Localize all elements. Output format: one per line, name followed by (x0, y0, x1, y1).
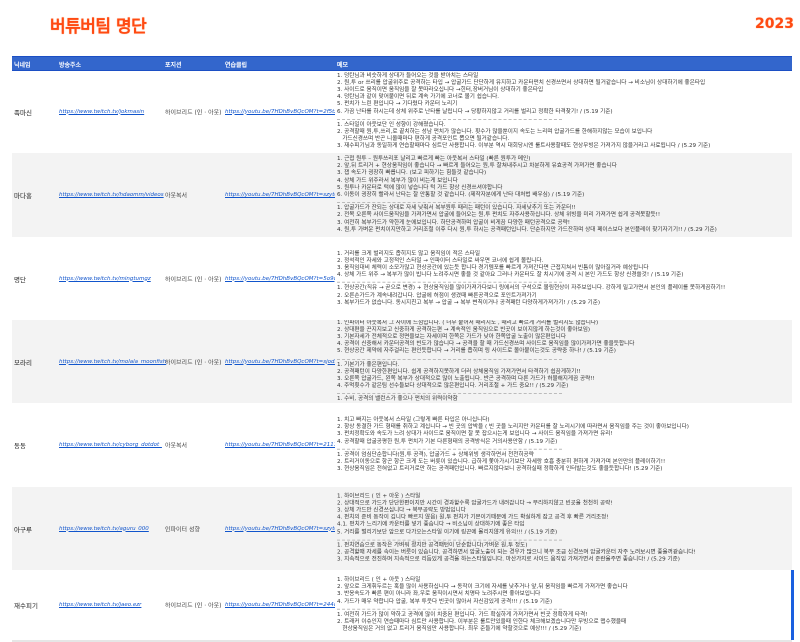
header-nickname: 닉네임 (14, 62, 31, 69)
memo-cell: 1. 거리를 크게 벌리지도 좁히지도 않고 움직임이 적은 스타일 2. 정석적… (337, 250, 792, 306)
memo-cell: 1. 치고 빠지는 아웃복서 스타일 (그렇게 빠른 타입은 아니십니다) 2. … (337, 417, 792, 473)
table-row: 모라리 https://www.twitch.tv/molala_moonfish… (12, 320, 792, 403)
practice-clip-link[interactable]: https://youtu.be/7HDhBvBQcOM?t=244d (225, 602, 335, 608)
memo-line: 3. 펀치정확도와 속도가 느려 상대가 사이드로 움직이면 잘 못 잡으시는게… (337, 431, 613, 438)
memo-divider (337, 608, 562, 610)
position-cell: 인파이터 성향 (165, 526, 201, 533)
nickname-cell: 재수피기 (14, 602, 38, 610)
memo-line: 1. 현상공간(직유 → 곧으로 변경) + 현상움직임을 많이가져가다보니 링… (337, 285, 726, 292)
memo-line: 4. 가드가 매우 약합니다 압굴, 복부 투웃다 빈곳이 많아서 자신감있게 … (337, 598, 553, 605)
memo-line: 4. 공격할때 압굴공평한 원,투 펀치가 기본 다른형태의 공격방식은 거의사… (337, 438, 558, 445)
cell-selection-indicator (791, 570, 794, 640)
memo-divider (337, 358, 562, 360)
position-cell: 아웃복서 (165, 192, 188, 200)
memo-divider (337, 202, 562, 204)
position-cell: 하이브리드 (인 · 아웃) (165, 602, 222, 610)
memo-line: 3. 사이드로 움직이면 움직임을 잘 못따라오십니다 →힌터,장버거님이 상대… (337, 86, 544, 93)
memo-line: 4. 펀치의 준비 동작이 깁니다 빠르지 않음) 원,투 펀치가 기본이기때문… (337, 514, 609, 521)
nickname-cell: 명단 (14, 275, 26, 284)
memo-line: 1. 수비, 공격의 밸런스가 좋으나 펀치의 위력이약함 (337, 396, 458, 403)
memo-line: 3. 현상움직임은 전혀없고 트리거로만 하는 공격패턴입니다. 빠르지않다보니… (337, 466, 663, 473)
memo-cell: 1. 인파이터 아웃복서 그 사이에 느낌입니다. ( 너무 붙어서 때리지도 … (337, 320, 792, 403)
nickname-cell: 모라리 (14, 358, 32, 367)
table-row: 족마신 https://www.twitch.tv/jokmasin 하이브리드 (… (12, 70, 792, 153)
nickname-cell: 동동 (14, 442, 26, 450)
memo-line: 4. 공격이 신중해서 카운터공격의 빈도가 많습니다 → 공격을 할 때 가드… (337, 341, 635, 348)
stream-url-link[interactable]: https://www.twitch.tv/cyborg_dotdot_ (59, 442, 162, 448)
memo-cell: 1. 하이브리드 ( 인 + 아웃 ) 스타일 2. 상대적으로 가드가 단단한편… (337, 493, 792, 564)
nickname-cell: 족마신 (14, 108, 32, 117)
memo-line: 5. 현상공간 제약에 자주걸리는 편인듯합니다 → 거리를 좁히며 링 사이드… (337, 348, 616, 355)
memo-divider (337, 282, 562, 284)
memo-line: 6. 가끔 난타를 하시는데 상체 위주로 난타를 날립니다 → 당황하지않고 … (337, 108, 613, 115)
table-row: 명단 https://www.twitch.tv/mingtumgz 하이브리드 (… (12, 237, 792, 320)
memo-line: 현상움직임은 거의 없고 트리거 움직임만 사용합니다. 최우 준들기에 약할것… (337, 626, 582, 633)
memo-line: 3. 반응속도가 빠른 편이 아니라 좌,우로 움직이시면서 치명타 노려주시면… (337, 591, 541, 598)
memo-line: 4. 상체 가드 위주라서 복부가 많이 비는게 보입니다 (337, 177, 458, 184)
header-position: 포지션 (165, 62, 182, 69)
memo-line: 2. 공격할때 원,투,쓰리,로 끝치하는 성남 펀치가 많습니다. 횟수가 많… (337, 128, 653, 135)
memo-line: 1. 공격이 엄심단순합니다(원,투 공격), 압굴가드 + 상체위빙 생각하면… (337, 451, 534, 458)
memo-cell: 1. 하이브리드 ( 인 + 아웃 ) 스타일 2. 앞으로 크게휘두르는 훅을 … (337, 577, 792, 633)
position-cell: 아웃복서 (165, 442, 188, 450)
memo-line: 2. 전목 오른쪽 사이드움직임을 가져가면서 압굴에 들어오는 원,투 펀치도… (337, 212, 661, 219)
memo-line: 6. 이동이 굉장히 빨라서 난타는 잘 안통할 것 같습니다. (제작자분에게… (337, 192, 585, 198)
memo-line: 5. 펀치가 느린 편입니다 → 기다렸다 카운터 노리기 (337, 101, 458, 108)
page-title: 버튜버팀 명단 (50, 17, 147, 37)
memo-line: 3. 오른쪽 압굴가드, 왼쪽 복부가 상대적으로 많이 노출됩니다. 반곤 공… (337, 375, 595, 382)
memo-line: 4. 덩탄님과 같이 맞어붙이면 뒤로 계속 가기에 코너로 몰기 쉽습니다. (337, 94, 500, 101)
header-stream-url: 방송주소 (59, 62, 82, 69)
table-row: 재수피기 https://www.twitch.tv/jaeo.ezr 하이브리드 … (12, 570, 792, 640)
memo-line: 4. 주먹횟수가 같은팀 선수들보다 상대적으로 많은편입니다. 거리조절 + … (337, 383, 569, 390)
memo-divider (337, 448, 562, 450)
stream-url-link[interactable]: https://www.twitch.tv/aguru_000 (59, 526, 149, 532)
table-header: 닉네임 방송주소 포지션 연습클립 메모 (12, 56, 792, 71)
memo-line: 4. 원,투 가벼운 펀치이지만하고 거리조절 이후 다시 원,투 하시는 공격… (337, 226, 717, 233)
position-cell: 하이브리드 (인 · 아웃) (165, 276, 222, 283)
memo-cell: 1. 덩탄님과 비슷하게 상대가 들어오는 것을 받아치는 스타일 2. 원,투 … (337, 72, 792, 150)
practice-clip-link[interactable]: https://youtu.be/7HDhBvBQcOM?t=szyt8 (225, 192, 335, 198)
nickname-cell: 마다홍 (14, 192, 32, 200)
memo-line: 3. 기본자세가 전체적으로 정면을보는 자세이며 한쪽은 가드가 낮아 한쪽압… (337, 333, 566, 340)
memo-line: 3. 여전히 복부가드가 약한게 눈에보입니다. 하단공격하며 압굴이 비게끔 … (337, 219, 570, 226)
memo-cell: 1. 근접 원투 – 원투쓰리포 날리고 빠르게 빠는 아웃복서 스타일 (빠른… (337, 156, 792, 234)
memo-line: 3. 재수피기님과 동일하게 연습할때마다 심트단 사용합니다. 이부분 역시 … (337, 143, 711, 150)
memo-line: 가드신경쓰며 반곤 니올때마다 편하게 공격포인트 뽑으면 될거같습니다. (337, 136, 510, 143)
memo-line: 4. 상체 가드 위주 → 복부가 많이 빕니다 노려주시면 좋을 것 같아요 … (337, 271, 684, 278)
practice-clip-link[interactable]: https://youtu.be/7HDhBvBQcOM?t=2f5tz (225, 109, 335, 115)
position-cell: 하이브리드 (인 · 아웃) (165, 359, 222, 366)
roster-table: 족마신 https://www.twitch.tv/jokmasin 하이브리드 (… (12, 70, 792, 640)
memo-divider (337, 118, 562, 120)
year-label: 2023 (755, 16, 794, 32)
memo-line: 5. 거리를 벌리기보단 앞으로 다가오는스타일 이기에 링끈에 몰리지않게 유… (337, 529, 558, 536)
memo-line: 2. 공격할때 자세를 속이는 버릇이 있습니다. 공격하면서 압굴노출이 되는… (337, 549, 696, 556)
memo-divider (337, 539, 562, 541)
header-practice-clip: 연습클립 (225, 62, 248, 69)
memo-divider (337, 393, 562, 395)
stream-url-link[interactable]: https://www.twitch.tv/molala_moonfish (59, 359, 166, 365)
memo-line: 3. 복부가드가 없습니다. 동시지친고 복부 → 압굴 → 복부 변칙이거나 … (337, 299, 601, 306)
memo-line: 1. 여전히 가드가 많이 약하고 공격에 많이 치중된 편입니다. 가드 확실… (337, 611, 588, 618)
nickname-cell: 아구루 (14, 525, 32, 534)
practice-clip-link[interactable]: https://youtu.be/7HDhBvBQcOM?t=szyt8 (225, 526, 335, 532)
position-cell: 하이브리드 (인 · 아웃) (165, 109, 222, 116)
memo-line: 3. 상체 가드만 신경쓰십니다 → 복부공략도 방법입니다 (337, 507, 466, 514)
practice-clip-link[interactable]: https://youtu.be/7HDhBvBQcOM?t=sjodl (225, 359, 335, 365)
stream-url-link[interactable]: https://www.twitch.tv/jaeo.ezr (59, 602, 141, 608)
stream-url-link[interactable]: https://www.twitch.tv/hdaomm/videos (59, 192, 164, 198)
memo-line: 4.1. 펀치가 느리기에 카운터를 넣기 좋습니다 → 비소님이 상대하기에 … (337, 521, 525, 528)
table-row: 동동 https://www.twitch.tv/cyborg_dotdot_ 아웃… (12, 403, 792, 487)
practice-clip-link[interactable]: https://youtu.be/7HDhBvBQcOM?t=5o9q (225, 276, 335, 282)
table-row: 아구루 https://www.twitch.tv/aguru_000 인파이터 성… (12, 487, 792, 570)
stream-url-link[interactable]: https://www.twitch.tv/mingtumgz (59, 276, 151, 282)
table-row: 마다홍 https://www.twitch.tv/hdaomm/videos 아웃… (12, 153, 792, 237)
memo-line: 3. 지속적으로 전진하며 지속적으로 리듬있게 공격을 하는스타일입니다. 마… (337, 556, 680, 563)
memo-line: 3. 움직임대비 체력이 소모가많고 현상공간에 있는듯 합니다 경기템포를 빠… (337, 264, 649, 271)
header-memo: 메모 (337, 62, 349, 69)
practice-clip-link[interactable]: https://youtu.be/7HDhBvBQcOM?t=2111 (225, 442, 335, 448)
memo-line: 3. 잽 속도가 굉장히 빠릅니다. (보고 피하기는 힘들것 같습니다) (337, 170, 487, 177)
stream-url-link[interactable]: https://www.twitch.tv/jokmasin (59, 109, 144, 115)
memo-line: 5. 원투나 카운터로 턱에 많이 넣습니다 턱 가드 항상 신경쓰셔야합니다 (337, 184, 503, 191)
